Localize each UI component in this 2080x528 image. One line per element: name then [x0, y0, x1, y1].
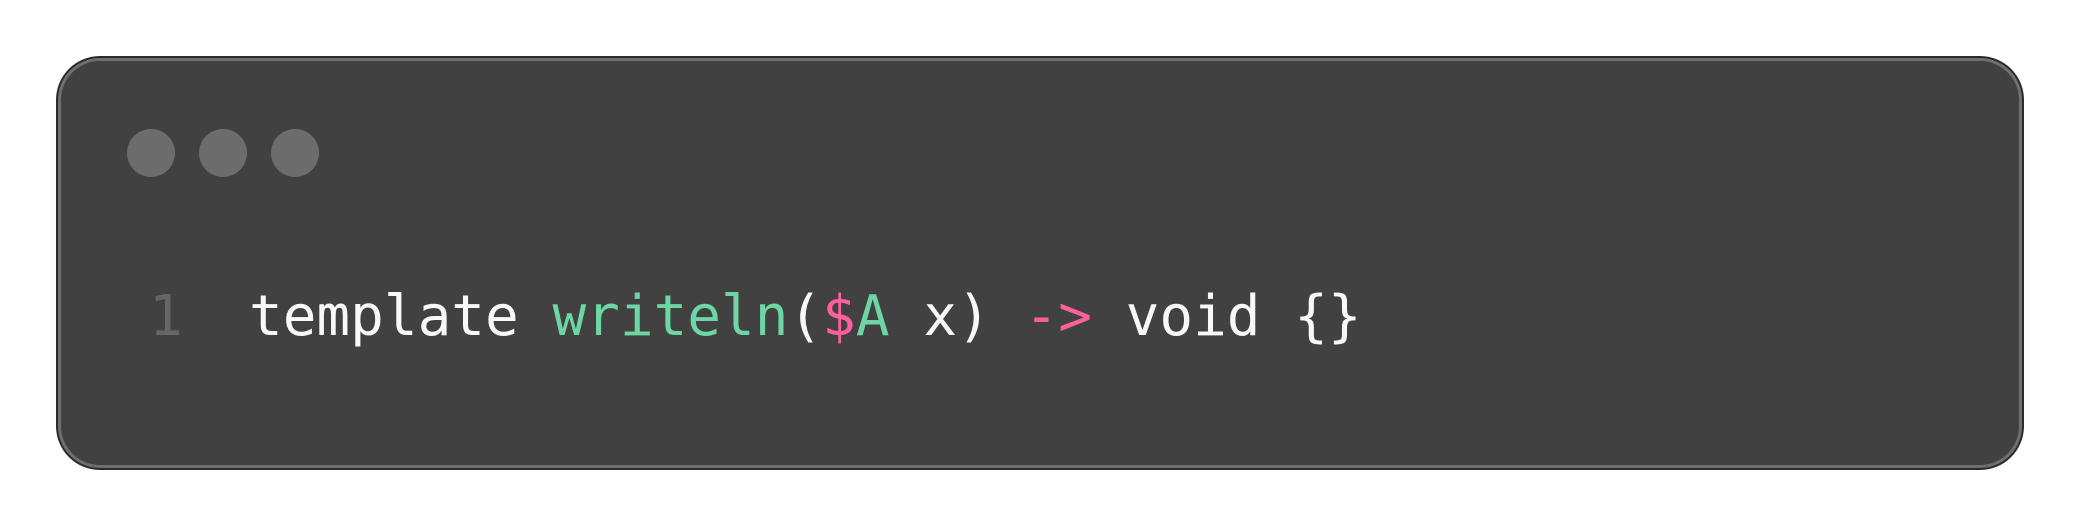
dollar-sigil: $: [822, 284, 856, 349]
body-braces: {}: [1294, 284, 1362, 349]
function-name: writeln: [552, 284, 789, 349]
return-type: void: [1125, 284, 1261, 349]
code-window: 1 template writeln($ A x) -> void {}: [58, 58, 2022, 468]
window-controls: [127, 129, 319, 177]
open-paren: (: [788, 284, 823, 349]
window-control-dot: [199, 129, 247, 177]
close-paren: ): [957, 284, 991, 349]
parameter-name: x: [923, 284, 958, 349]
return-arrow: ->: [1024, 284, 1092, 349]
keyword-template: template: [249, 284, 519, 349]
line-number: 1: [149, 284, 183, 349]
window-control-dot: [127, 129, 175, 177]
window-control-dot: [271, 129, 319, 177]
type-parameter: A: [855, 284, 890, 349]
code-line: 1 template writeln($ A x) -> void {}: [149, 279, 1362, 355]
